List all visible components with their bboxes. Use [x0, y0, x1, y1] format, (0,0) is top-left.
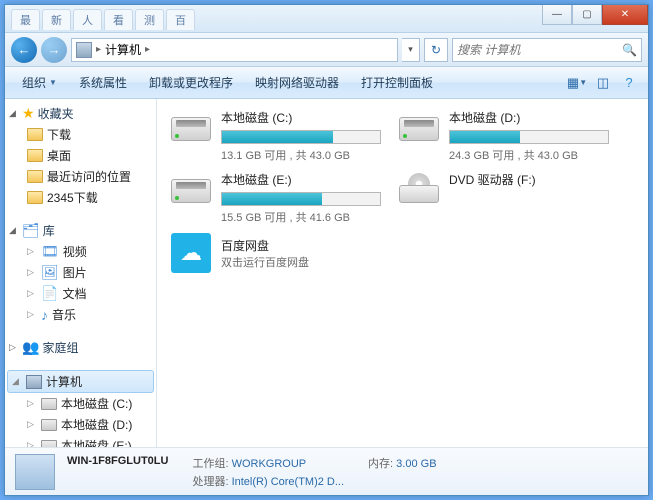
organize-menu[interactable]: 组织▼ — [13, 70, 66, 95]
hard-drive-icon — [171, 109, 211, 145]
sidebar-item-pictures[interactable]: ▷🖼图片 — [5, 262, 156, 283]
drive-e[interactable]: 本地磁盘 (E:) 15.5 GB 可用 , 共 41.6 GB — [171, 171, 381, 225]
baidu-netdisk-app[interactable]: ☁ 百度网盘 双击运行百度网盘 — [171, 233, 381, 273]
music-icon: ♪ — [41, 307, 48, 323]
sidebar-item-documents[interactable]: ▷📄文档 — [5, 283, 156, 304]
sidebar-item-desktop[interactable]: 桌面 — [5, 145, 156, 166]
dvd-drive[interactable]: DVD 驱动器 (F:) — [399, 171, 609, 225]
picture-icon: 🖼 — [41, 264, 59, 281]
uninstall-programs-button[interactable]: 卸载或更改程序 — [140, 70, 242, 95]
computer-icon — [15, 454, 55, 490]
sidebar-item-drive-e[interactable]: ▷本地磁盘 (E:) — [5, 435, 156, 447]
drive-capacity-text: 24.3 GB 可用 , 共 43.0 GB — [449, 147, 609, 163]
capacity-bar — [221, 192, 381, 206]
sidebar[interactable]: ◢★收藏夹 下载 桌面 最近访问的位置 2345下载 ◢🗂库 ▷🎞视频 ▷🖼图片… — [5, 99, 157, 447]
breadcrumb-item[interactable]: 计算机 — [105, 41, 141, 58]
help-button[interactable]: ? — [618, 72, 640, 94]
folder-icon — [27, 149, 43, 162]
status-memory: 3.00 GB — [396, 458, 436, 470]
chevron-right-icon: ▸ — [145, 44, 150, 55]
drive-d[interactable]: 本地磁盘 (D:) 24.3 GB 可用 , 共 43.0 GB — [399, 109, 609, 163]
drive-label: 本地磁盘 (E:) — [221, 171, 381, 188]
drive-icon — [41, 440, 57, 448]
status-cpu: Intel(R) Core(TM)2 D... — [232, 476, 344, 488]
drive-label: 本地磁盘 (C:) — [221, 109, 381, 126]
minimize-button[interactable]: — — [542, 5, 572, 25]
view-options-button[interactable]: ▦▼ — [566, 72, 588, 94]
star-icon: ★ — [22, 105, 35, 122]
sidebar-item-recent[interactable]: 最近访问的位置 — [5, 166, 156, 187]
search-icon: 🔍 — [622, 43, 637, 57]
folder-icon — [27, 191, 43, 204]
computer-icon — [76, 42, 92, 58]
sidebar-item-drive-d[interactable]: ▷本地磁盘 (D:) — [5, 414, 156, 435]
app-name: 百度网盘 — [221, 237, 309, 254]
drive-c[interactable]: 本地磁盘 (C:) 13.1 GB 可用 , 共 43.0 GB — [171, 109, 381, 163]
sidebar-favorites[interactable]: ◢★收藏夹 — [5, 103, 156, 124]
hard-drive-icon — [399, 109, 439, 145]
drive-label: 本地磁盘 (D:) — [449, 109, 609, 126]
homegroup-icon: 👥 — [22, 339, 39, 356]
preview-pane-button[interactable]: ◫ — [592, 72, 614, 94]
map-network-drive-button[interactable]: 映射网络驱动器 — [246, 70, 348, 95]
drive-icon — [41, 419, 57, 431]
titlebar[interactable]: 最 新 人 看 测 百 — ▢ ✕ — [5, 5, 648, 33]
capacity-bar — [221, 130, 381, 144]
sidebar-item-2345[interactable]: 2345下载 — [5, 187, 156, 208]
sidebar-item-videos[interactable]: ▷🎞视频 — [5, 241, 156, 262]
sidebar-item-downloads[interactable]: 下载 — [5, 124, 156, 145]
open-control-panel-button[interactable]: 打开控制面板 — [352, 70, 442, 95]
folder-icon — [27, 170, 43, 183]
refresh-button[interactable]: ↻ — [424, 38, 448, 62]
search-box[interactable]: 🔍 — [452, 38, 642, 62]
breadcrumb[interactable]: ▸ 计算机 ▸ — [71, 38, 398, 62]
drive-capacity-text: 13.1 GB 可用 , 共 43.0 GB — [221, 147, 381, 163]
nav-row: ← → ▸ 计算机 ▸ ▾ ↻ 🔍 — [5, 33, 648, 67]
dvd-drive-icon — [399, 171, 439, 207]
main-pane[interactable]: 本地磁盘 (C:) 13.1 GB 可用 , 共 43.0 GB 本地磁盘 (D… — [157, 99, 648, 447]
status-bar: WIN-1F8FGLUT0LU 工作组: WORKGROUP 内存: 3.00 … — [5, 447, 648, 495]
toolbar: 组织▼ 系统属性 卸载或更改程序 映射网络驱动器 打开控制面板 ▦▼ ◫ ? — [5, 67, 648, 99]
capacity-bar — [449, 130, 609, 144]
status-workgroup: WORKGROUP — [232, 458, 307, 470]
search-input[interactable] — [457, 43, 618, 57]
sidebar-item-music[interactable]: ▷♪音乐 — [5, 304, 156, 325]
system-properties-button[interactable]: 系统属性 — [70, 70, 136, 95]
back-button[interactable]: ← — [11, 37, 37, 63]
close-button[interactable]: ✕ — [602, 5, 648, 25]
sidebar-computer[interactable]: ◢计算机 — [7, 370, 154, 393]
sidebar-item-drive-c[interactable]: ▷本地磁盘 (C:) — [5, 393, 156, 414]
document-icon: 📄 — [41, 285, 58, 302]
status-computer-name: WIN-1F8FGLUT0LU — [67, 455, 168, 471]
video-icon: 🎞 — [41, 243, 59, 260]
folder-icon — [27, 128, 43, 141]
chevron-down-icon: ▼ — [49, 78, 57, 87]
chevron-right-icon: ▸ — [96, 44, 101, 55]
library-icon: 🗂 — [22, 222, 40, 239]
hard-drive-icon — [171, 171, 211, 207]
baidu-netdisk-icon: ☁ — [171, 233, 211, 273]
explorer-window: 最 新 人 看 测 百 — ▢ ✕ ← → ▸ 计算机 ▸ ▾ ↻ 🔍 组织▼ — [4, 4, 649, 496]
breadcrumb-history-button[interactable]: ▾ — [402, 38, 420, 62]
drive-capacity-text: 15.5 GB 可用 , 共 41.6 GB — [221, 209, 381, 225]
drive-label: DVD 驱动器 (F:) — [449, 171, 609, 188]
maximize-button[interactable]: ▢ — [572, 5, 602, 25]
forward-button[interactable]: → — [41, 37, 67, 63]
sidebar-homegroup[interactable]: ▷👥家庭组 — [5, 337, 156, 358]
sidebar-libraries[interactable]: ◢🗂库 — [5, 220, 156, 241]
computer-icon — [26, 375, 42, 389]
drive-icon — [41, 398, 57, 410]
app-subtitle: 双击运行百度网盘 — [221, 254, 309, 270]
